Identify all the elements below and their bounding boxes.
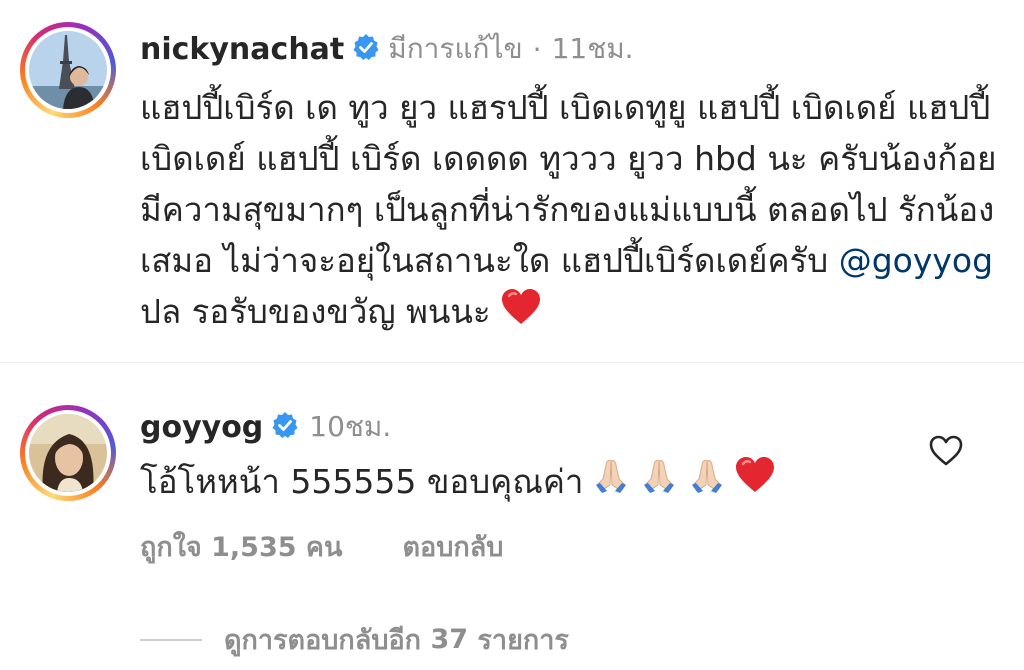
post-divider [0,362,1024,363]
post-avatar-ring[interactable] [20,22,116,118]
reply-text: โอ้โหหน้า 555555 ขอบคุณค่า [140,455,775,509]
reply-header: goyyog 10ชม. [140,405,391,449]
reply-avatar[interactable] [29,414,107,492]
meta-separator: · [532,32,542,66]
red-heart-emoji-icon [501,288,541,340]
post-avatar-border [25,27,111,113]
verified-badge-icon [271,411,299,443]
avatar-eiffel-photo [29,31,107,109]
folded-hands-emoji-icon [591,455,631,509]
view-replies-line [140,638,202,641]
post-avatar[interactable] [29,31,107,109]
view-replies-suffix: รายการ [477,625,569,656]
post-username[interactable]: nickynachat [140,32,344,67]
post-time[interactable]: 11ชม. [552,27,634,71]
red-heart-emoji-icon [735,456,775,508]
caption-mention-link[interactable]: @goyyog [839,241,993,280]
view-more-replies-button[interactable]: ดูการตอบกลับอีก 37 รายการ [140,618,569,661]
view-replies-prefix: ดูการตอบกลับอีก [224,625,422,656]
edited-label: มีการแก้ไข [388,32,523,65]
reply-actions: ถูกใจ 1,535 คน ตอบกลับ [140,525,503,568]
reply-username[interactable]: goyyog [140,410,263,445]
heart-outline-icon [929,435,963,466]
like-comment-button[interactable] [928,433,964,469]
likes-unit: คน [305,532,343,563]
avatar-portrait-photo [29,414,107,492]
view-replies-count: 37 [430,624,469,655]
folded-hands-emoji-icon [687,455,727,509]
post-header: nickynachat มีการแก้ไข · 11ชม. [140,27,634,71]
reply-button[interactable]: ตอบกลับ [402,525,503,568]
likes-count[interactable]: ถูกใจ 1,535 คน [140,525,342,568]
reply-avatar-ring[interactable] [20,405,116,501]
post-caption: แฮปปี้เบิร์ด เด ทูว ยูว แฮรปปี้ เบิดเดทู… [140,82,1010,340]
likes-number: 1,535 [211,532,297,563]
reply-time[interactable]: 10ชม. [309,405,391,449]
likes-label: ถูกใจ [140,532,202,563]
reply-avatar-border [25,410,111,496]
caption-text-end: ปล รอรับของขวัญ พนนะ [140,292,502,331]
reply-text-content: โอ้โหหน้า 555555 ขอบคุณค่า [140,462,584,501]
folded-hands-emoji-icon [639,455,679,509]
verified-badge-icon [352,33,380,65]
